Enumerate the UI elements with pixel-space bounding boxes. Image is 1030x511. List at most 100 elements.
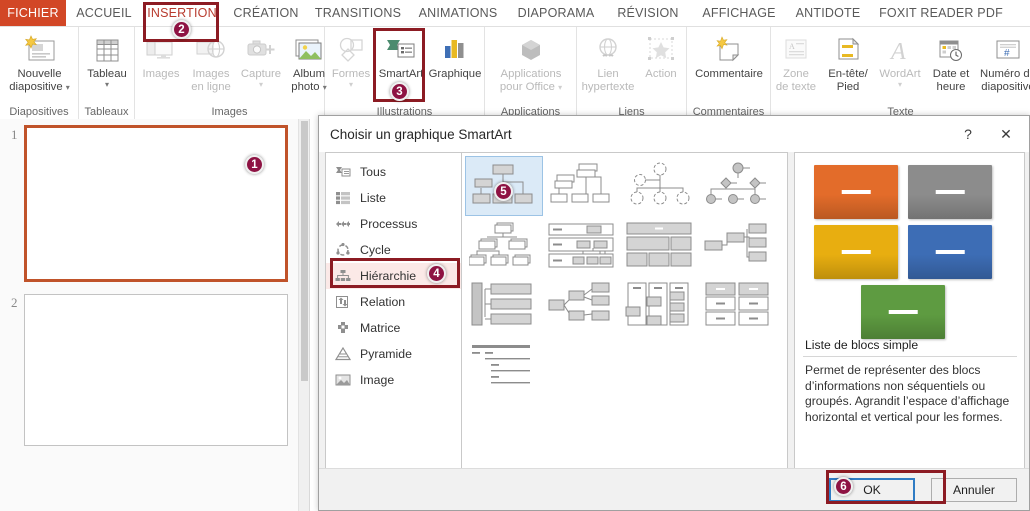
category-cycle[interactable]: Cycle	[326, 237, 461, 263]
close-icon[interactable]: ✕	[989, 121, 1023, 147]
smartart-thumb-horizontal-hierarchy-blocks[interactable]	[622, 217, 698, 275]
table-label: Tableau	[87, 68, 127, 80]
tab-creation-label: CRÉATION	[233, 6, 299, 20]
office-apps-label-2-wrap: pour Office ▾	[500, 81, 562, 94]
smartart-button[interactable]: SmartArt	[375, 30, 427, 81]
category-liste[interactable]: Liste	[326, 185, 461, 211]
tab-fichier-label: FICHIER	[7, 6, 59, 20]
smartart-thumb-hierarchy-list[interactable]	[622, 277, 698, 335]
office-apps-label-1: Applications	[500, 68, 562, 80]
chevron-down-icon[interactable]: ▾	[66, 83, 70, 92]
office-apps-label-2: pour Office	[499, 80, 555, 93]
action-star-icon	[645, 30, 677, 66]
tab-fichier[interactable]: FICHIER	[0, 0, 66, 26]
smartart-thumb-table-hierarchy[interactable]	[544, 217, 620, 275]
date-time-button[interactable]: Date et heure	[925, 30, 977, 93]
smartart-thumb-vertical-hierarchy-list[interactable]	[466, 277, 542, 335]
help-icon[interactable]: ?	[951, 121, 985, 147]
chevron-down-icon[interactable]: ▾	[558, 83, 562, 92]
smartart-thumb-horizontal-organization-chart[interactable]	[700, 217, 776, 275]
tab-diaporama[interactable]: DIAPORAMA	[512, 0, 600, 26]
header-footer-button[interactable]: En-tête/ Pied	[821, 30, 875, 93]
tab-insertion-label: INSERTION	[147, 6, 217, 20]
online-images-label-1: Images	[192, 68, 230, 80]
camera-icon	[245, 30, 277, 66]
chart-icon	[439, 30, 471, 66]
smartart-thumb-half-circle-org-chart[interactable]	[622, 157, 698, 215]
tab-accueil[interactable]: ACCUEIL	[68, 0, 140, 26]
powerpoint-window: FICHIER ACCUEIL INSERTION CRÉATION TRANS…	[0, 0, 1030, 511]
preview-block-3	[814, 225, 898, 279]
chevron-down-icon[interactable]: ▾	[105, 80, 109, 88]
date-time-label-2: heure	[936, 80, 966, 93]
smartart-label: SmartArt	[378, 68, 424, 80]
smartart-thumb-hierarchy-boxes[interactable]	[700, 277, 776, 335]
action-button[interactable]: Action	[637, 30, 685, 81]
category-pyramide[interactable]: Pyramide	[326, 341, 461, 367]
new-slide-button[interactable]: Nouvelle diapositive ▾	[2, 30, 77, 93]
ribbon-group-applications: Applications pour Office ▾ Applications	[485, 27, 577, 120]
all-icon	[334, 164, 352, 180]
slide-2-thumbnail[interactable]	[24, 294, 288, 446]
svg-text:A: A	[789, 42, 795, 51]
svg-text:#: #	[1004, 48, 1010, 59]
comment-button[interactable]: Commentaire	[687, 30, 771, 81]
text-box-label-1: Zone	[783, 68, 809, 80]
screenshot-button[interactable]: Capture ▾	[237, 30, 285, 88]
tab-affichage[interactable]: AFFICHAGE	[696, 0, 782, 26]
category-matrice[interactable]: Matrice	[326, 315, 461, 341]
text-box-button[interactable]: A Zone de texte	[771, 30, 821, 93]
category-image[interactable]: Image	[326, 367, 461, 393]
hyperlink-label-1: Lien	[597, 68, 619, 80]
smartart-thumb-lined-list[interactable]	[466, 337, 542, 395]
table-icon	[92, 30, 122, 66]
online-images-button[interactable]: Images en ligne	[185, 30, 237, 93]
slide-panel-scrollbar[interactable]	[298, 119, 309, 511]
ribbon-group-label-images: Images	[211, 106, 248, 118]
category-image-label: Image	[360, 373, 395, 387]
tab-transitions-label: TRANSITIONS	[314, 6, 402, 20]
chevron-down-icon[interactable]: ▾	[259, 80, 263, 88]
cancel-button[interactable]: Annuler	[931, 478, 1017, 502]
wordart-button[interactable]: A WordArt ▾	[875, 30, 925, 88]
text-box-label-2: de texte	[775, 80, 817, 93]
annotation-badge-6: 6	[834, 477, 853, 496]
tab-foxit-reader-pdf[interactable]: FOXIT READER PDF	[876, 0, 1006, 26]
hyperlink-button[interactable]: Lien hypertexte	[579, 30, 637, 93]
tab-revision[interactable]: RÉVISION	[608, 0, 688, 26]
slide-panel-scrollbar-thumb[interactable]	[301, 121, 308, 381]
slide-thumbnails-panel: 1 2	[0, 119, 310, 511]
annotation-badge-5-number: 5	[500, 185, 507, 198]
smartart-thumb-circle-picture-hierarchy[interactable]	[700, 157, 776, 215]
office-apps-icon	[515, 30, 547, 66]
tab-creation[interactable]: CRÉATION	[228, 0, 304, 26]
smartart-gallery[interactable]	[462, 152, 788, 470]
preview-block-5	[861, 285, 945, 339]
smartart-thumb-labeled-hierarchy[interactable]	[466, 217, 542, 275]
chart-button[interactable]: Graphique	[427, 30, 483, 81]
category-tous[interactable]: Tous	[326, 159, 461, 185]
chevron-down-icon[interactable]: ▾	[349, 80, 353, 88]
tab-animations[interactable]: ANIMATIONS	[412, 0, 504, 26]
category-pyramide-label: Pyramide	[360, 347, 412, 361]
smartart-thumb-horizontal-multi-level-hierarchy[interactable]	[544, 277, 620, 335]
ribbon-group-label-tableaux: Tableaux	[84, 106, 129, 118]
smartart-preview-panel: Liste de blocs simple Permet de représen…	[794, 152, 1025, 470]
office-apps-button[interactable]: Applications pour Office ▾	[489, 30, 573, 93]
shapes-button[interactable]: Formes ▾	[327, 30, 375, 88]
shapes-icon	[335, 30, 367, 66]
category-processus[interactable]: Processus	[326, 211, 461, 237]
category-relation[interactable]: Relation	[326, 289, 461, 315]
table-button[interactable]: Tableau ▾	[79, 30, 135, 88]
slide-number-1: 1	[11, 127, 18, 142]
shapes-label: Formes	[331, 68, 371, 80]
tab-transitions[interactable]: TRANSITIONS	[312, 0, 404, 26]
smartart-category-list[interactable]: Tous Liste Processus Cycle Hiérarchie Re…	[325, 152, 462, 470]
online-images-label-2: en ligne	[191, 80, 231, 93]
chevron-down-icon[interactable]: ▾	[898, 80, 902, 88]
photo-album-label-1: Album	[292, 68, 326, 80]
tab-antidote[interactable]: ANTIDOTE	[788, 0, 868, 26]
slide-1-thumbnail[interactable]	[24, 125, 288, 282]
smartart-thumb-name-title-org-chart[interactable]	[544, 157, 620, 215]
slide-number-button[interactable]: # Numéro de diapositive	[977, 30, 1030, 93]
